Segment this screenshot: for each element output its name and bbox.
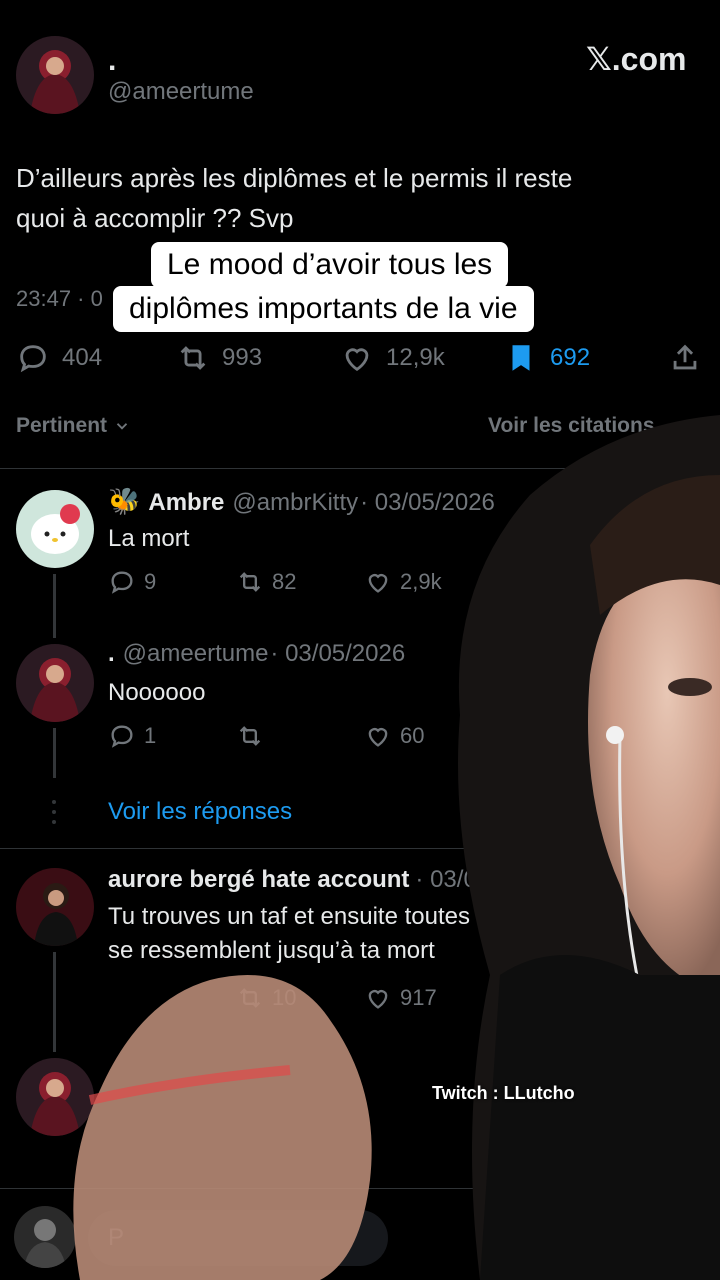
bookmark-icon	[512, 345, 530, 371]
reply-avatar[interactable]	[16, 490, 94, 568]
retweet-icon	[180, 346, 206, 370]
more-dots-icon	[52, 800, 57, 824]
share-button[interactable]	[668, 336, 702, 380]
reply-avatar[interactable]	[16, 644, 94, 722]
reply-handle: @ambrKitty	[232, 489, 359, 516]
reply-icon	[111, 725, 133, 748]
bookmark-count: 692	[550, 344, 591, 371]
tweet-time: 23:47 · 0	[16, 286, 103, 311]
reply-count: 9	[144, 569, 157, 594]
reply-count: 1	[144, 723, 157, 748]
thread-line	[53, 728, 56, 778]
overlay-caption-line1: Le mood d’avoir tous les	[151, 242, 509, 288]
reply-reply-button[interactable]: 9	[108, 568, 156, 596]
reply-text: La mort	[108, 525, 190, 552]
like-button[interactable]: 12,9k	[340, 336, 445, 380]
tweet-text-line1: D’ailleurs après les diplômes et le perm…	[16, 163, 573, 193]
tweet-text-line2: quoi à accomplir ?? Svp	[16, 203, 294, 233]
reply-count: 404	[62, 344, 103, 371]
reply-date: · 03/05/2026	[270, 640, 406, 667]
reply-reply-button[interactable]: 1	[108, 722, 156, 750]
reply-avatar[interactable]	[16, 868, 94, 946]
thread-line	[53, 574, 56, 638]
retweet-button[interactable]: 993	[176, 336, 262, 380]
reply-handle: @ameertume	[122, 640, 269, 667]
author-name: .	[108, 44, 117, 77]
bookmark-button[interactable]: 692	[504, 336, 590, 380]
streamer-overlay	[458, 415, 720, 1280]
reply-name[interactable]: Ambre	[148, 489, 224, 517]
hand-overlay	[73, 975, 372, 1280]
chevron-down-icon	[116, 423, 128, 430]
retweet-count: 82	[272, 569, 297, 594]
heart-icon	[345, 348, 369, 372]
thread-line	[53, 952, 56, 1052]
tweet-actions: 404 993 12,9k 692	[16, 336, 706, 380]
share-icon	[673, 344, 697, 370]
reply-retweet-button[interactable]	[236, 722, 264, 750]
retweet-count: 993	[222, 344, 263, 371]
reply-icon	[20, 345, 46, 373]
reply-header: . @ameertume · 03/05/2026	[108, 640, 405, 668]
author-handle: @ameertume	[108, 78, 254, 105]
reply-icon	[111, 571, 133, 594]
reply-retweet-button[interactable]: 82	[236, 568, 296, 596]
reply-like-button[interactable]: 60	[364, 722, 424, 750]
retweet-icon	[239, 726, 261, 746]
like-count: 12,9k	[386, 344, 445, 371]
show-replies-link[interactable]: Voir les réponses	[108, 798, 292, 826]
overlay-caption-line2: diplômes importants de la vie	[113, 286, 534, 332]
heart-icon	[368, 728, 388, 747]
reply-name[interactable]: .	[108, 640, 115, 668]
brand-label: 𝕏.com	[586, 41, 687, 77]
reply-emoji: 🐝	[108, 486, 141, 516]
sort-label: Pertinent	[16, 414, 108, 437]
retweet-icon	[239, 572, 261, 592]
heart-icon	[368, 574, 388, 593]
stream-watermark: Twitch : LLutcho	[432, 1083, 575, 1103]
reply-button[interactable]: 404	[16, 336, 102, 380]
author-avatar[interactable]	[16, 36, 94, 114]
reply-name[interactable]: aurore bergé hate account	[108, 866, 409, 894]
reply-text: Noooooo	[108, 679, 206, 706]
sort-dropdown[interactable]: Pertinent	[16, 414, 131, 438]
